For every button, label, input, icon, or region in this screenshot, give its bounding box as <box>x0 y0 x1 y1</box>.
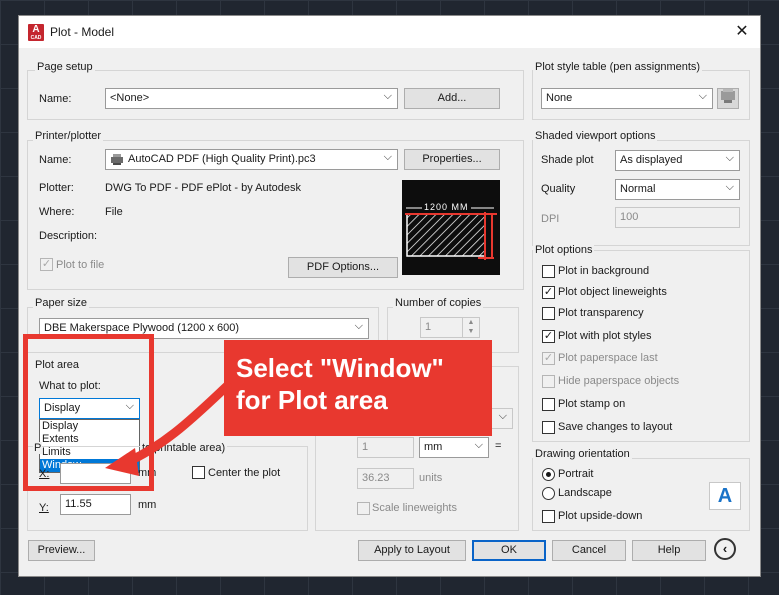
pdf-options-button[interactable]: PDF Options... <box>288 257 398 278</box>
scale-equals: = <box>495 440 502 452</box>
offset-y-unit: mm <box>138 499 157 511</box>
help-button[interactable]: Help <box>632 540 706 561</box>
chevron-down-icon: ⌵ <box>383 151 392 163</box>
plot-paperspace-last-label: Plot paperspace last <box>558 352 658 364</box>
plot-stamp-on-checkbox[interactable] <box>542 398 555 411</box>
scale-lineweights-checkbox[interactable] <box>357 502 370 515</box>
scale-select[interactable]: ⌵ <box>489 408 513 429</box>
window-title: Plot - Model <box>50 25 115 39</box>
where-value: File <box>105 206 123 218</box>
ok-button[interactable]: OK <box>472 540 546 561</box>
chevron-down-icon: ⌵ <box>354 320 363 332</box>
instruction-callout: Select "Window" for Plot area <box>224 340 492 436</box>
plot-object-lineweights-checkbox[interactable]: ✓ <box>542 286 555 299</box>
plotter-value: DWG To PDF - PDF ePlot - by Autodesk <box>105 182 302 194</box>
copies-label: Number of copies <box>393 297 484 309</box>
hide-paperspace-objects-checkbox[interactable] <box>542 375 555 388</box>
save-changes-to-layout-label: Save changes to layout <box>558 421 673 433</box>
chevron-down-icon: ⌵ <box>725 152 734 164</box>
properties-button[interactable]: Properties... <box>404 149 500 170</box>
copies-spinner[interactable]: ▲ ▼ <box>462 318 479 337</box>
portrait-label: Portrait <box>558 468 594 480</box>
plot-object-lineweights-label: Plot object lineweights <box>558 286 667 298</box>
collapse-options-icon[interactable]: ‹ <box>714 538 736 560</box>
edit-plot-style-button[interactable] <box>717 88 739 109</box>
paper-preview-graphic <box>405 207 497 260</box>
chevron-down-icon: ⌵ <box>383 90 392 102</box>
plot-to-file-checkbox[interactable]: ✓ <box>40 258 53 271</box>
plot-upside-down-checkbox[interactable] <box>542 510 555 523</box>
callout-line-1: Select "Window" <box>236 353 444 383</box>
offset-y-field[interactable]: 11.55 <box>60 494 131 515</box>
scale-units-field[interactable]: 36.23 <box>357 468 414 489</box>
portrait-radio[interactable] <box>542 468 555 481</box>
landscape-radio[interactable] <box>542 487 555 500</box>
plot-with-plot-styles-label: Plot with plot styles <box>558 330 652 342</box>
plot-style-label: Plot style table (pen assignments) <box>533 61 703 73</box>
plot-options-label: Plot options <box>533 244 595 256</box>
close-icon[interactable]: ✕ <box>732 22 752 42</box>
title-bar: A CAD Plot - Model ✕ <box>19 16 760 48</box>
shade-plot-select[interactable]: As displayed ⌵ <box>615 150 740 171</box>
dpi-field[interactable]: 100 <box>615 207 740 228</box>
plot-in-background-checkbox[interactable] <box>542 265 555 278</box>
plot-to-file-label: Plot to file <box>56 259 105 271</box>
preview-button[interactable]: Preview... <box>28 540 95 561</box>
printer-name-label: Name: <box>39 154 72 166</box>
orientation-preview-icon: A <box>709 482 741 510</box>
scale-unit-select[interactable]: mm ⌵ <box>419 437 489 458</box>
paper-preview: 1200 MM <box>402 180 500 275</box>
preview-dimension-label: 1200 MM <box>422 202 471 212</box>
plotter-icon <box>111 154 123 165</box>
plot-style-select[interactable]: None ⌵ <box>541 88 713 109</box>
scale-units-label: units <box>419 472 443 484</box>
drawing-orientation-label: Drawing orientation <box>533 448 632 460</box>
description-label: Description: <box>39 230 98 242</box>
plot-dialog: A CAD Plot - Model ✕ Page setup Name: <No… <box>18 15 761 577</box>
landscape-label: Landscape <box>558 487 612 499</box>
save-changes-to-layout-checkbox[interactable] <box>542 421 555 434</box>
chevron-down-icon: ⌵ <box>698 90 707 102</box>
plot-style-edit-icon <box>721 89 735 103</box>
plot-paperspace-last-checkbox[interactable]: ✓ <box>542 352 555 365</box>
plot-options-group <box>532 250 750 442</box>
page-setup-name-select[interactable]: <None> ⌵ <box>105 88 398 109</box>
page-setup-label: Page setup <box>35 61 95 73</box>
paper-size-label: Paper size <box>33 297 89 309</box>
chevron-down-icon: ⌵ <box>725 181 734 193</box>
apply-to-layout-button[interactable]: Apply to Layout <box>358 540 466 561</box>
scale-paper-field[interactable]: 1 <box>357 437 414 458</box>
plot-transparency-checkbox[interactable] <box>542 307 555 320</box>
callout-arrow-icon <box>105 381 232 476</box>
chevron-down-icon: ⌵ <box>498 410 507 422</box>
callout-line-2: for Plot area <box>236 385 388 415</box>
plot-upside-down-label: Plot upside-down <box>558 510 643 522</box>
offset-y-label: Y: <box>39 502 49 514</box>
hide-paperspace-objects-label: Hide paperspace objects <box>558 375 680 387</box>
where-label: Where: <box>39 206 75 218</box>
scale-lineweights-label: Scale lineweights <box>372 502 457 514</box>
autocad-app-icon: A CAD <box>28 24 44 41</box>
plot-in-background-label: Plot in background <box>558 265 650 277</box>
chevron-down-icon: ⌵ <box>474 439 483 451</box>
plot-stamp-on-label: Plot stamp on <box>558 398 626 410</box>
plotter-label: Plotter: <box>39 182 74 194</box>
shaded-viewport-label: Shaded viewport options <box>533 130 658 142</box>
add-page-setup-button[interactable]: Add... <box>404 88 500 109</box>
plot-with-plot-styles-checkbox[interactable]: ✓ <box>542 330 555 343</box>
page-setup-name-label: Name: <box>39 93 72 105</box>
quality-select[interactable]: Normal ⌵ <box>615 179 740 200</box>
shade-plot-label: Shade plot <box>541 154 594 166</box>
cancel-button[interactable]: Cancel <box>552 540 626 561</box>
printer-label: Printer/plotter <box>33 130 104 142</box>
quality-label: Quality <box>541 183 576 195</box>
dpi-label: DPI <box>541 213 560 225</box>
printer-name-select[interactable]: AutoCAD PDF (High Quality Print).pc3 ⌵ <box>105 149 398 170</box>
plot-transparency-label: Plot transparency <box>558 307 644 319</box>
